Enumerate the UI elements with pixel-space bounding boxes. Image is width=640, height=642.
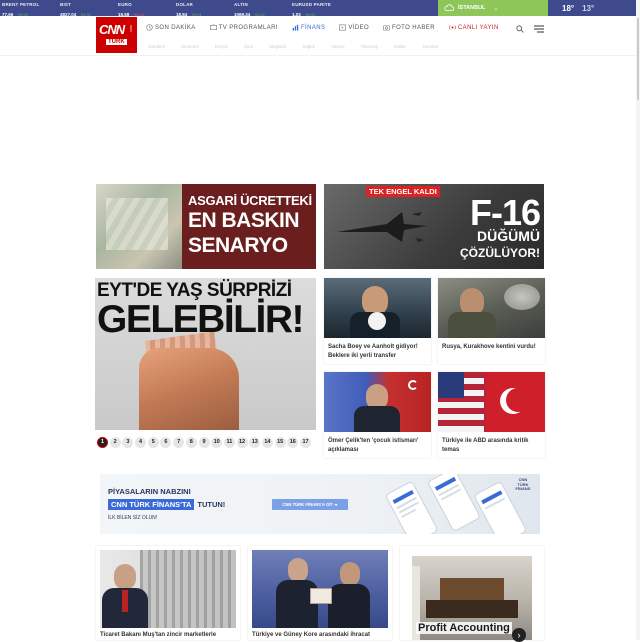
temp-low: 13°: [582, 3, 595, 13]
finance-badge: CNN TÜRK FİNANS: [515, 477, 531, 491]
hamburger-menu-icon[interactable]: [534, 25, 544, 33]
arrow-right-icon: ➜: [334, 502, 338, 507]
nav-foto-haber[interactable]: FOTO HABER: [383, 24, 435, 31]
sub-nav: Gündem Ekonomi Dünya Spor Magazin Sağlık…: [148, 44, 454, 49]
news-image: [324, 278, 431, 338]
cloud-icon: [444, 4, 454, 11]
weather-widget[interactable]: İSTANBUL ⌄: [438, 0, 548, 16]
chart-icon: [292, 24, 299, 31]
header-divider: [0, 55, 640, 56]
pager-dot[interactable]: 15: [274, 436, 286, 448]
news-card-bottom[interactable]: Türkiye ve Güney Kore arasındaki ihracat: [248, 546, 392, 640]
live-icon: [449, 25, 456, 30]
finance-promo-banner[interactable]: PİYASALARIN NABZINI CNN TÜRK FİNANS'TA T…: [100, 474, 540, 534]
fighter-jet-image: [337, 212, 427, 242]
cnn-turk-logo[interactable]: CNN TÜRK .com: [96, 17, 137, 53]
pager-dot[interactable]: 7: [173, 436, 185, 448]
subnav-item[interactable]: Sağlık: [302, 44, 315, 49]
tv-icon: [209, 24, 217, 30]
nav-canli-yayin[interactable]: CANLI YAYIN: [449, 24, 499, 31]
go-to-finance-button[interactable]: CNN TÜRK FİNANS'A GİT ➜: [272, 499, 348, 510]
subnav-item[interactable]: Gündem: [148, 44, 165, 49]
pager-dot[interactable]: 13: [249, 436, 261, 448]
hand-image: [139, 348, 239, 430]
pager-dot[interactable]: 5: [147, 436, 159, 448]
subnav-item[interactable]: Magazin: [269, 44, 286, 49]
news-card[interactable]: Türkiye ile ABD arasında kritik temas: [438, 372, 545, 454]
nav-son-dakika[interactable]: SON DAKİKA: [146, 24, 196, 31]
news-image: [252, 550, 388, 628]
pager-dot[interactable]: 8: [185, 436, 197, 448]
ticker-item-altin[interactable]: ALTIN 1069.34 %0.22: [232, 0, 290, 17]
chevron-down-icon: ⌄: [493, 5, 499, 12]
news-image: [438, 278, 545, 338]
nav-tv-programlari[interactable]: TV PROGRAMLARI: [209, 24, 278, 31]
camera-icon: [383, 25, 390, 31]
subnav-item[interactable]: Yaşam: [331, 44, 345, 49]
ticker-item-euro[interactable]: EURO 19.58 %0.16: [116, 0, 174, 17]
news-image: [100, 550, 236, 628]
ticker-item-dolar[interactable]: DOLAR 18.84 %0.01: [174, 0, 232, 17]
pager-dot[interactable]: 2: [109, 436, 121, 448]
pager-dot[interactable]: 12: [236, 436, 248, 448]
banner-f16[interactable]: TEK ENGEL KALDI F-16 DÜĞÜMÜ ÇÖZÜLÜYOR!: [324, 184, 544, 269]
pager-dot[interactable]: 10: [211, 436, 223, 448]
subnav-item[interactable]: Dünya: [215, 44, 228, 49]
pager-dot[interactable]: 3: [122, 436, 134, 448]
news-card[interactable]: Ömer Çelik'ten 'çocuk istismarı' açıklam…: [324, 372, 431, 454]
headline-slider[interactable]: EYT'DE YAŞ SÜRPRİZİ GELEBİLİR!: [95, 278, 316, 430]
search-icon[interactable]: [516, 25, 524, 33]
subnav-item[interactable]: Ekonomi: [181, 44, 199, 49]
pager-dot[interactable]: 6: [160, 436, 172, 448]
ticker-item-bist[interactable]: BIST 4827.04 %0.32: [58, 0, 116, 17]
pager-dot[interactable]: 11: [223, 436, 235, 448]
pager-dot[interactable]: 4: [135, 436, 147, 448]
pager-dot[interactable]: 9: [198, 436, 210, 448]
ad-card[interactable]: Profit Accounting ›: [400, 546, 544, 642]
pager-dot[interactable]: 16: [287, 436, 299, 448]
weather-city: İSTANBUL: [458, 5, 486, 11]
page-scrollbar[interactable]: [636, 0, 640, 640]
pager-dot[interactable]: 17: [300, 436, 311, 448]
ticker-item-brent[interactable]: BRENT PETROL 77.66 %0.09: [0, 0, 58, 17]
pager-dot[interactable]: 1: [97, 436, 108, 448]
temp-high: 18°: [562, 3, 575, 13]
news-card[interactable]: Rusya, Kurakhove kentini vurdu!: [438, 278, 545, 352]
news-image: [438, 372, 545, 432]
ticker-item-eurusd[interactable]: EURUSD PARITE 1.03 %0.04: [290, 0, 348, 17]
finance-highlight: CNN TÜRK FİNANS'TA: [108, 499, 195, 510]
nav-finans[interactable]: FİNANS: [292, 24, 325, 31]
news-image: [324, 372, 431, 432]
subnav-item[interactable]: Teknoloji: [361, 44, 379, 49]
ad-title: Profit Accounting: [416, 622, 512, 634]
scrollbar-thumb[interactable]: [637, 18, 639, 100]
subnav-item[interactable]: Spor: [244, 44, 254, 49]
pager-dot[interactable]: 14: [261, 436, 273, 448]
video-icon: [339, 24, 347, 31]
banner-asgari-ucret[interactable]: ASGARİ ÜCRETTEKİ EN BASKIN SENARYO: [96, 184, 316, 269]
banner-tag: TEK ENGEL KALDI: [366, 186, 440, 197]
subnav-item[interactable]: Kültür: [394, 44, 406, 49]
nav-video[interactable]: VİDEO: [339, 24, 369, 31]
clock-icon: [146, 24, 153, 31]
slider-pager: 1 2 3 4 5 6 7 8 9 10 11 12 13 14 15 16 1…: [95, 434, 316, 450]
main-nav: SON DAKİKA TV PROGRAMLARI FİNANS VİDEO F…: [146, 24, 513, 31]
weather-temps: 18° 13°: [548, 0, 640, 16]
news-card[interactable]: Sacha Boey ve Aanholt gidiyor! Beklere i…: [324, 278, 431, 360]
subnav-item[interactable]: Yazarlar: [422, 44, 438, 49]
news-card-bottom[interactable]: Ticaret Bakanı Muş'tan zincir marketlerl…: [96, 546, 240, 640]
banknotes-image: [96, 184, 182, 269]
